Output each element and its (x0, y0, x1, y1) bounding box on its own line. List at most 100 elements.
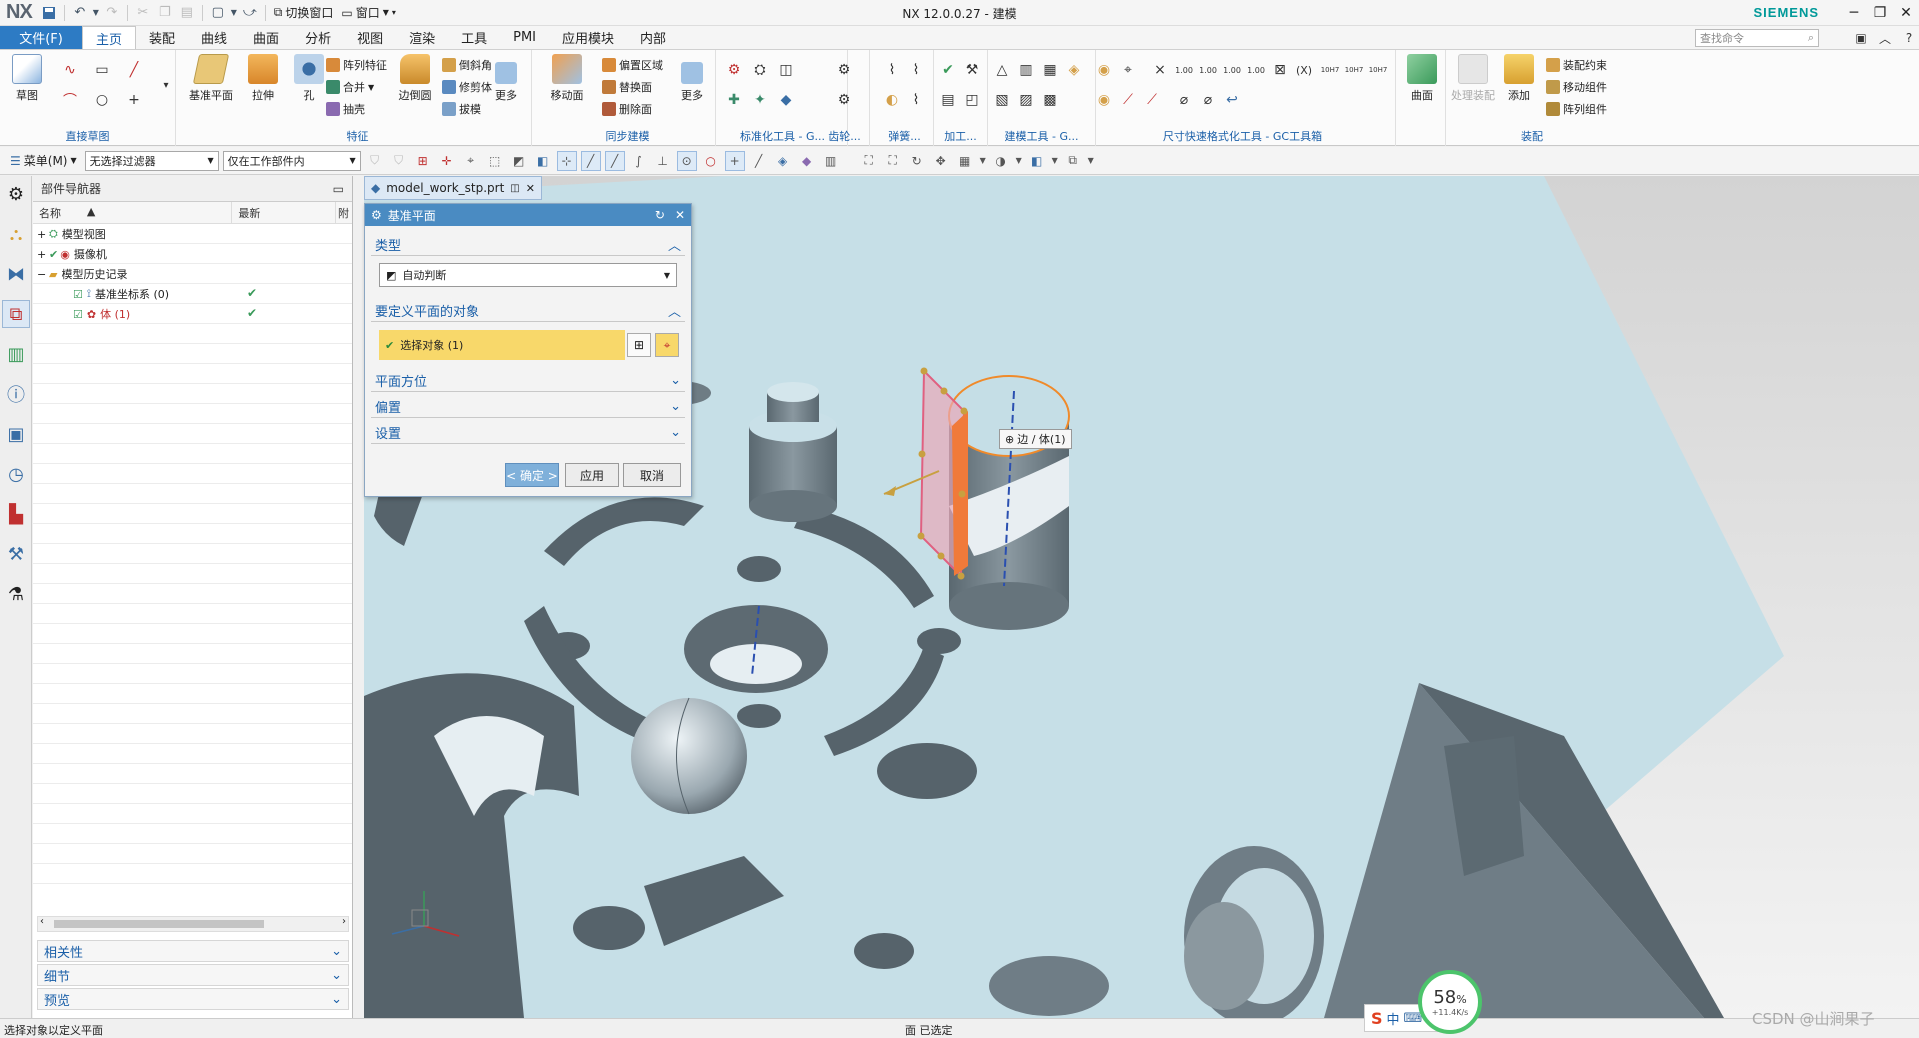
replace-face-button[interactable]: 替换面 (602, 78, 652, 96)
triangle-icon[interactable]: △ (992, 60, 1012, 80)
rotate-icon[interactable]: ↻ (907, 151, 927, 171)
tolerance-icon[interactable]: 1.00 (1174, 60, 1194, 80)
tree-node-body[interactable]: ☑ ✿ 体 (1) (73, 304, 130, 324)
move-component-button[interactable]: 移动组件 (1546, 78, 1607, 96)
model-tool-icon[interactable]: ▥ (1016, 60, 1036, 80)
filter-icon[interactable]: ⛉ (389, 151, 409, 171)
file-menu-tab[interactable]: 文件(F) (0, 26, 82, 49)
plane-type-dropdown[interactable]: ◩ 自动判断 ▼ (379, 263, 677, 287)
tab-analysis[interactable]: 分析 (292, 26, 344, 49)
pan-icon[interactable]: ✥ (931, 151, 951, 171)
assembly-constraint-button[interactable]: 装配约束 (1546, 56, 1607, 74)
edge-blend-button[interactable]: 边倒圆 (392, 54, 438, 103)
dimension-tool-icon[interactable]: ⌖ (1118, 60, 1138, 80)
type-filter-dropdown[interactable]: 无选择过滤器 ▼ (84, 150, 219, 171)
machining-icon[interactable]: ◰ (962, 90, 982, 110)
snap-icon[interactable]: ⌖ (461, 151, 481, 171)
tab-internal[interactable]: 内部 (627, 26, 679, 49)
reset-icon[interactable]: ↻ (655, 208, 665, 222)
performance-widget[interactable]: 58% +11.4K/s (1418, 970, 1482, 1034)
column-extra[interactable]: 附 (336, 202, 352, 223)
chevron-down-icon[interactable]: ▼ (91, 3, 101, 23)
save-icon[interactable] (38, 3, 60, 23)
cancel-button[interactable]: 取消 (623, 463, 681, 487)
expand-icon[interactable]: + (37, 228, 49, 241)
touch-mode-icon[interactable]: ⤻ (239, 3, 261, 23)
section-offset[interactable]: 偏置 ⌄ (371, 396, 685, 418)
part-navigator-icon[interactable]: ⧉ (2, 300, 30, 328)
machining-icon[interactable]: ⚒ (962, 60, 982, 80)
body-snap-icon[interactable]: ▥ (821, 151, 841, 171)
dimension-tool-icon[interactable]: ⟋ (1118, 90, 1138, 110)
chevron-down-icon[interactable]: ▼ (1051, 151, 1059, 171)
chevron-down-icon[interactable]: ▼ (229, 3, 239, 23)
scroll-left-icon[interactable]: ‹ (40, 916, 44, 927)
gc-tool-icon[interactable]: ⛭ (750, 60, 770, 80)
selection-scope-dropdown[interactable]: 仅在工作部件内 ▼ (222, 150, 361, 171)
section-plane-orientation[interactable]: 平面方位 ⌄ (371, 370, 685, 392)
tools-icon[interactable]: ⚗ (2, 580, 30, 608)
model-tool-icon[interactable]: ▧ (992, 90, 1012, 110)
clock-icon[interactable]: ◷ (2, 460, 30, 488)
assembly-navigator-icon[interactable]: ⛬ (2, 220, 30, 248)
process-assembly-button[interactable]: 处理装配 (1450, 54, 1496, 103)
paren-x-icon[interactable]: (X) (1294, 60, 1314, 80)
gc-tool-icon[interactable]: ◆ (776, 90, 796, 110)
check-icon[interactable]: ✔ (938, 60, 958, 80)
drag-handle[interactable] (918, 450, 926, 458)
system-materials-icon[interactable]: ▙ (2, 500, 30, 528)
snap-icon[interactable]: ✛ (437, 151, 457, 171)
expand-icon[interactable]: + (37, 248, 49, 261)
spring-icon[interactable]: ⌇ (906, 60, 926, 80)
section-preview[interactable]: 预览 ⌄ (37, 988, 349, 1010)
arc-icon[interactable]: ⌒ (60, 90, 80, 110)
tab-home[interactable]: 主页 (82, 26, 137, 49)
machining-icon[interactable]: ▤ (938, 90, 958, 110)
delete-face-button[interactable]: 删除面 (602, 100, 652, 118)
close-button[interactable]: ✕ (1893, 0, 1919, 26)
box-select-icon[interactable]: ⬚ (485, 151, 505, 171)
layer-icon[interactable]: ⧉ (1063, 151, 1083, 171)
line-snap-icon[interactable]: ╱ (749, 151, 769, 171)
model-tool-icon[interactable]: ▩ (1040, 90, 1060, 110)
drag-handle[interactable] (940, 387, 948, 395)
scroll-right-icon[interactable]: › (342, 916, 346, 927)
maximize-icon[interactable]: ▭ (333, 182, 344, 196)
column-latest[interactable]: 最新 (232, 202, 337, 223)
face-snap-icon[interactable]: ◆ (797, 151, 817, 171)
spring-icon[interactable]: ⌇ (882, 60, 902, 80)
section-objects[interactable]: 要定义平面的对象 ︿ (371, 300, 685, 322)
x-icon[interactable]: × (1150, 60, 1170, 80)
settings-gear-icon[interactable]: ⚙ (2, 180, 30, 208)
window-menu-button[interactable]: ▭ 窗口 ▼ ▾ (337, 4, 400, 21)
command-search-input[interactable]: 查找命令 ⌕ (1695, 29, 1819, 47)
menu-button[interactable]: ☰ 菜单(M) ▼ (6, 152, 81, 169)
copy-icon[interactable]: ❐ (154, 3, 176, 23)
more-icon[interactable]: ▾ (156, 75, 176, 95)
dimension-tool-icon[interactable]: ⟋ (1142, 90, 1162, 110)
repeat-command-icon[interactable]: ▢ (207, 3, 229, 23)
model-tool-icon[interactable]: ▨ (1016, 90, 1036, 110)
section-details[interactable]: 细节 ⌄ (37, 964, 349, 986)
cut-icon[interactable]: ✂ (132, 3, 154, 23)
gear-icon[interactable]: ⚙ (834, 90, 854, 110)
document-tab[interactable]: ◆ model_work_stp.prt ◫ ✕ (364, 176, 542, 200)
drag-handle[interactable] (957, 572, 965, 580)
section-dependencies[interactable]: 相关性 ⌄ (37, 940, 349, 962)
undo-icon[interactable]: ↶ (69, 3, 91, 23)
surface-button[interactable]: 曲面 (1399, 54, 1445, 103)
sketch-button[interactable]: 草图 (4, 54, 50, 103)
tab-render[interactable]: 渲染 (396, 26, 448, 49)
point-icon[interactable]: + (124, 90, 144, 110)
model-tool-icon[interactable]: ▦ (1040, 60, 1060, 80)
close-icon[interactable]: ✕ (526, 182, 535, 195)
tolerance-icon[interactable]: 1.00 (1198, 60, 1218, 80)
restore-button[interactable]: ❐ (1867, 0, 1893, 26)
drag-handle[interactable] (917, 532, 925, 540)
tolerance-icon[interactable]: 1.00 (1246, 60, 1266, 80)
unite-button[interactable]: 合并 ▼ (326, 78, 374, 96)
window-arrange-icon[interactable]: ▣ (1851, 28, 1871, 48)
offset-region-button[interactable]: 偏置区域 (602, 56, 663, 74)
fit-icon[interactable]: 10H7 (1320, 60, 1340, 80)
shell-button[interactable]: 抽壳 (326, 100, 365, 118)
